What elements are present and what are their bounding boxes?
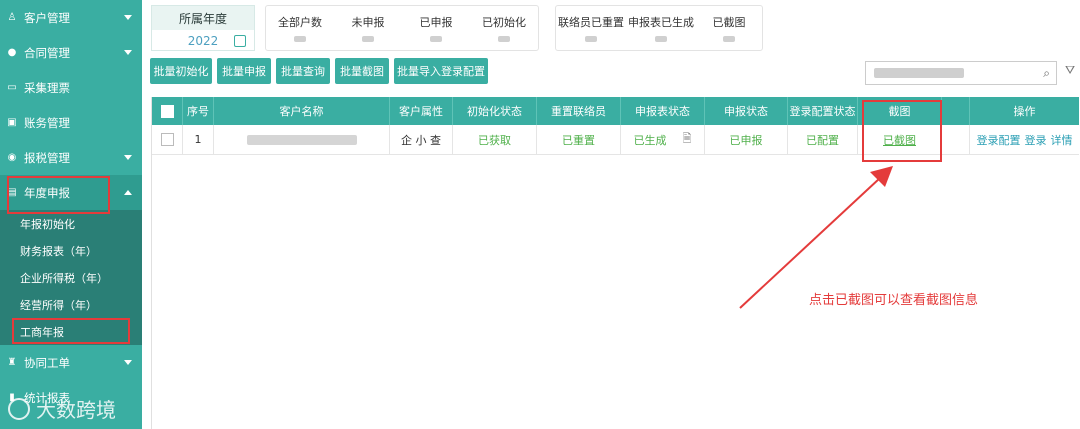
annotation-arrow [739, 166, 893, 309]
annotation-text: 点击已截图可以查看截图信息 [809, 293, 979, 308]
